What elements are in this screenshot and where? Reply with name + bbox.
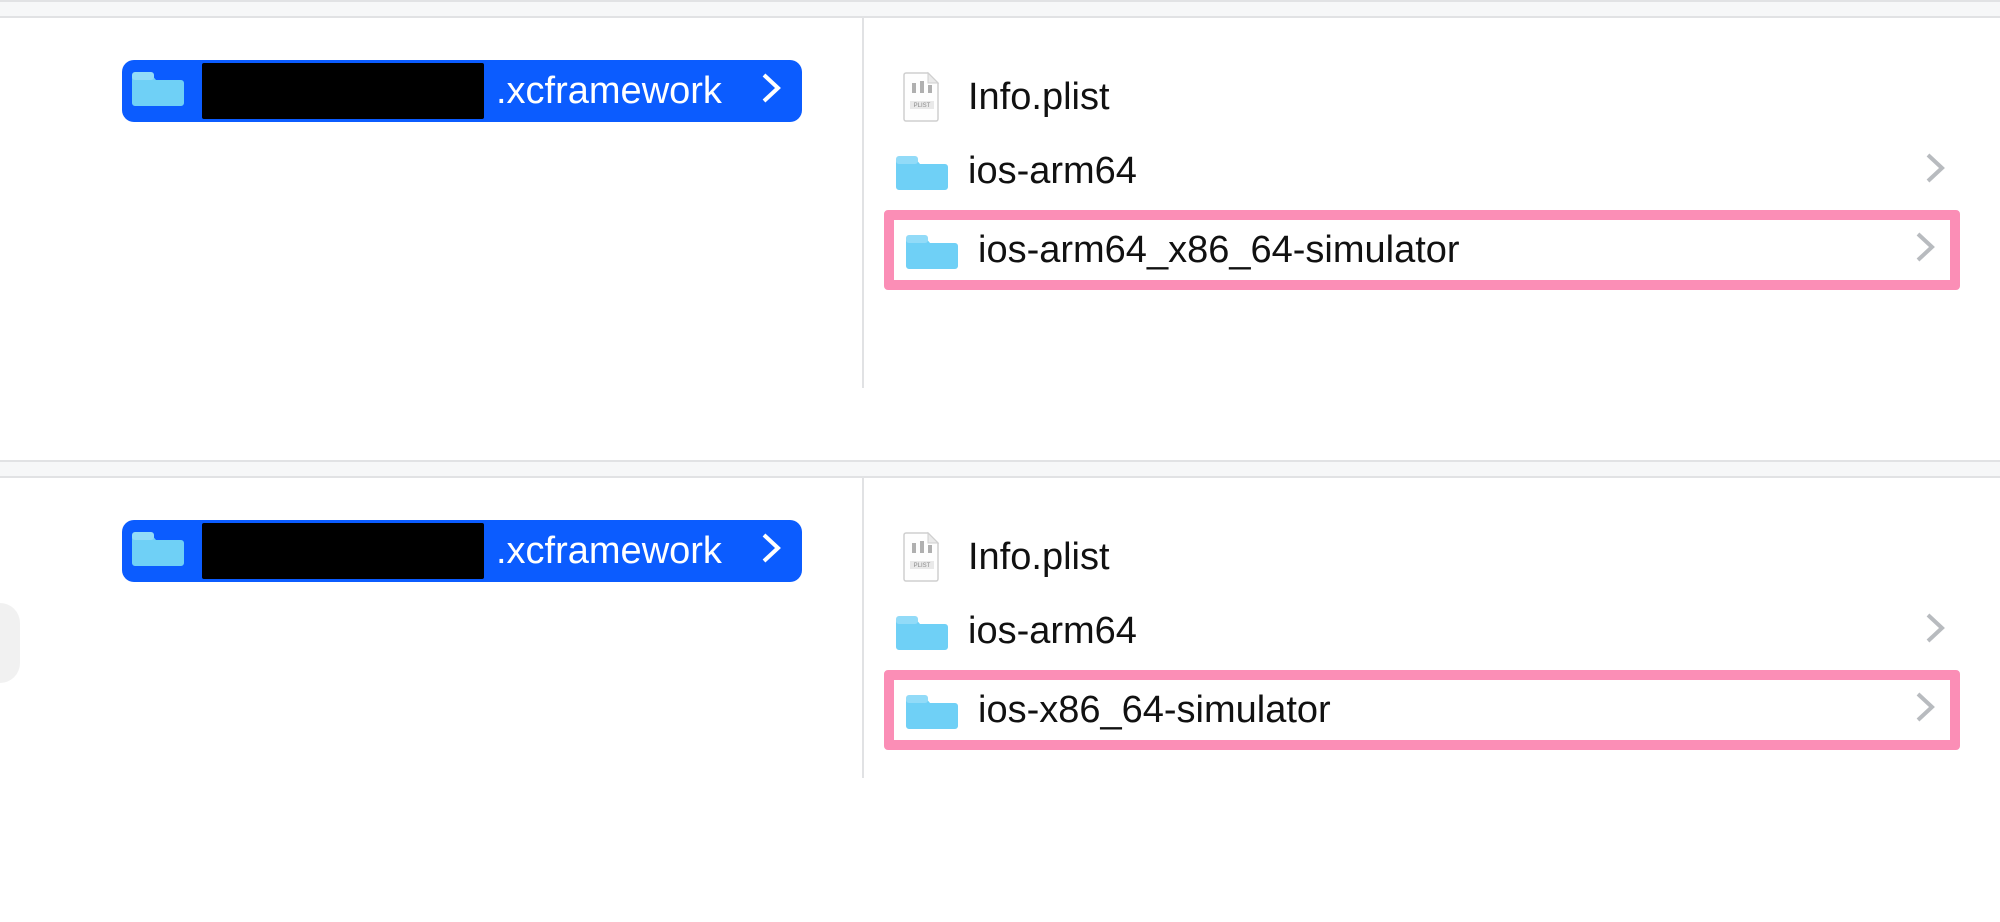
highlighted-item: ios-x86_64-simulator bbox=[884, 670, 1960, 750]
column-view: .xcframework PLIST bbox=[0, 478, 2000, 778]
folder-icon bbox=[132, 526, 184, 577]
list-item[interactable]: PLIST Info.plist bbox=[884, 60, 1960, 134]
chevron-right-icon bbox=[760, 70, 782, 112]
chevron-right-icon bbox=[1914, 229, 1936, 271]
file-label: Info.plist bbox=[968, 76, 1952, 119]
redacted-name bbox=[202, 523, 484, 579]
plist-file-icon: PLIST bbox=[892, 531, 952, 583]
selected-folder-label: .xcframework bbox=[496, 530, 748, 573]
folder-icon bbox=[892, 150, 952, 192]
finder-section-2: .xcframework PLIST bbox=[0, 460, 2000, 778]
contents-column: PLIST Info.plist bbox=[864, 478, 2000, 778]
folder-label: ios-x86_64-simulator bbox=[978, 689, 1914, 732]
chevron-right-icon bbox=[1924, 610, 1946, 652]
left-gutter bbox=[0, 18, 50, 388]
chevron-right-icon bbox=[760, 530, 782, 572]
selected-folder-label: .xcframework bbox=[496, 70, 748, 113]
folder-label: ios-arm64 bbox=[968, 150, 1924, 193]
left-gutter bbox=[0, 478, 50, 778]
file-list: PLIST Info.plist bbox=[884, 520, 1960, 750]
toolbar-strip bbox=[0, 0, 2000, 18]
folder-icon bbox=[892, 610, 952, 652]
list-item[interactable]: ios-x86_64-simulator bbox=[894, 680, 1950, 740]
highlighted-item: ios-arm64_x86_64-simulator bbox=[884, 210, 1960, 290]
finder-section-1: .xcframework PLIST bbox=[0, 0, 2000, 388]
parent-column: .xcframework bbox=[50, 478, 864, 778]
list-item[interactable]: ios-arm64 bbox=[884, 134, 1960, 208]
folder-label: ios-arm64 bbox=[968, 610, 1924, 653]
list-item[interactable]: ios-arm64 bbox=[884, 594, 1960, 668]
svg-text:PLIST: PLIST bbox=[914, 563, 931, 569]
parent-column: .xcframework bbox=[50, 18, 864, 388]
redacted-name bbox=[202, 63, 484, 119]
file-label: Info.plist bbox=[968, 536, 1952, 579]
contents-column: PLIST Info.plist bbox=[864, 18, 2000, 388]
chevron-right-icon bbox=[1914, 689, 1936, 731]
chevron-right-icon bbox=[1924, 150, 1946, 192]
selected-folder[interactable]: .xcframework bbox=[122, 520, 802, 582]
folder-icon bbox=[902, 229, 962, 271]
folder-icon bbox=[132, 66, 184, 117]
column-view: .xcframework PLIST bbox=[0, 18, 2000, 388]
list-item[interactable]: ios-arm64_x86_64-simulator bbox=[894, 220, 1950, 280]
folder-label: ios-arm64_x86_64-simulator bbox=[978, 229, 1914, 272]
section-gap bbox=[0, 388, 2000, 460]
folder-icon bbox=[902, 689, 962, 731]
toolbar-strip bbox=[0, 460, 2000, 478]
svg-text:PLIST: PLIST bbox=[914, 103, 931, 109]
selected-folder[interactable]: .xcframework bbox=[122, 60, 802, 122]
file-list: PLIST Info.plist bbox=[884, 60, 1960, 290]
list-item[interactable]: PLIST Info.plist bbox=[884, 520, 1960, 594]
plist-file-icon: PLIST bbox=[892, 71, 952, 123]
